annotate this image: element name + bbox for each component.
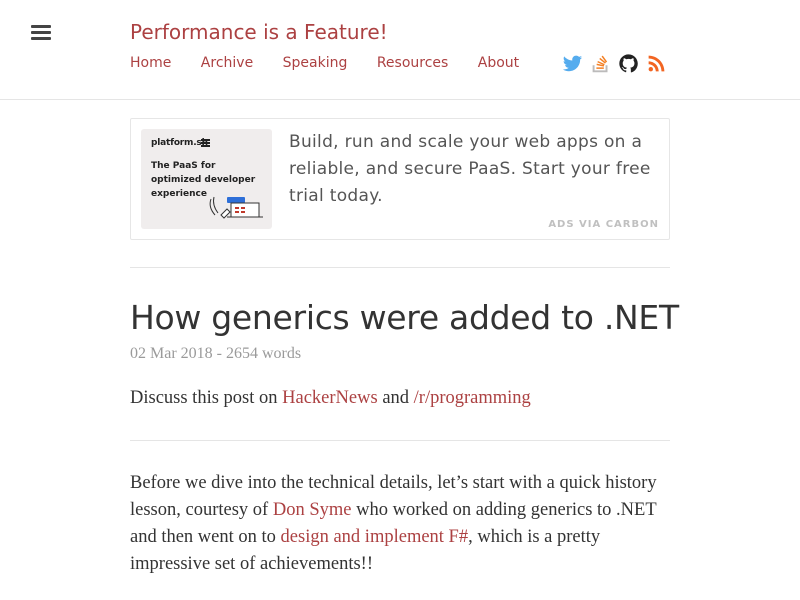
nav-home[interactable]: Home — [130, 55, 171, 71]
github-icon[interactable] — [618, 53, 639, 74]
post-title: How generics were added to .NET — [130, 298, 679, 337]
twitter-icon[interactable] — [562, 53, 583, 74]
hamburger-menu-icon[interactable] — [31, 25, 51, 41]
nav-speaking[interactable]: Speaking — [283, 55, 348, 71]
divider — [130, 267, 670, 268]
carbon-ad[interactable]: platform.sh The PaaS for optimized devel… — [130, 118, 670, 240]
header-divider — [0, 99, 800, 100]
platform-logo-icon — [201, 139, 210, 148]
ad-logo: platform.sh — [151, 138, 208, 148]
discuss-line: Discuss this post on HackerNews and /r/p… — [130, 388, 531, 409]
rss-icon[interactable] — [646, 53, 667, 74]
don-syme-link[interactable]: Don Syme — [273, 500, 352, 520]
post-meta: 02 Mar 2018 - 2654 words — [130, 345, 302, 362]
nav-archive[interactable]: Archive — [201, 55, 253, 71]
ad-image[interactable]: platform.sh The PaaS for optimized devel… — [141, 129, 272, 229]
laptop-illustration-icon — [209, 196, 263, 219]
ad-via-carbon[interactable]: ADS VIA CARBON — [548, 219, 659, 230]
main-nav: Home Archive Speaking Resources About — [130, 55, 544, 71]
discuss-prefix: Discuss this post on — [130, 388, 283, 408]
divider — [130, 440, 670, 441]
reddit-programming-link[interactable]: /r/programming — [414, 388, 531, 408]
site-title[interactable]: Performance is a Feature! — [130, 20, 388, 44]
intro-paragraph: Before we dive into the technical detail… — [130, 470, 670, 578]
social-links — [562, 53, 667, 74]
stackoverflow-icon[interactable] — [590, 53, 611, 74]
ad-text[interactable]: Build, run and scale your web apps on a … — [289, 129, 661, 210]
discuss-middle: and — [377, 388, 414, 408]
hackernews-link[interactable]: HackerNews — [282, 388, 378, 408]
fsharp-link[interactable]: design and implement F# — [281, 527, 469, 547]
nav-resources[interactable]: Resources — [377, 55, 449, 71]
nav-about[interactable]: About — [478, 55, 519, 71]
